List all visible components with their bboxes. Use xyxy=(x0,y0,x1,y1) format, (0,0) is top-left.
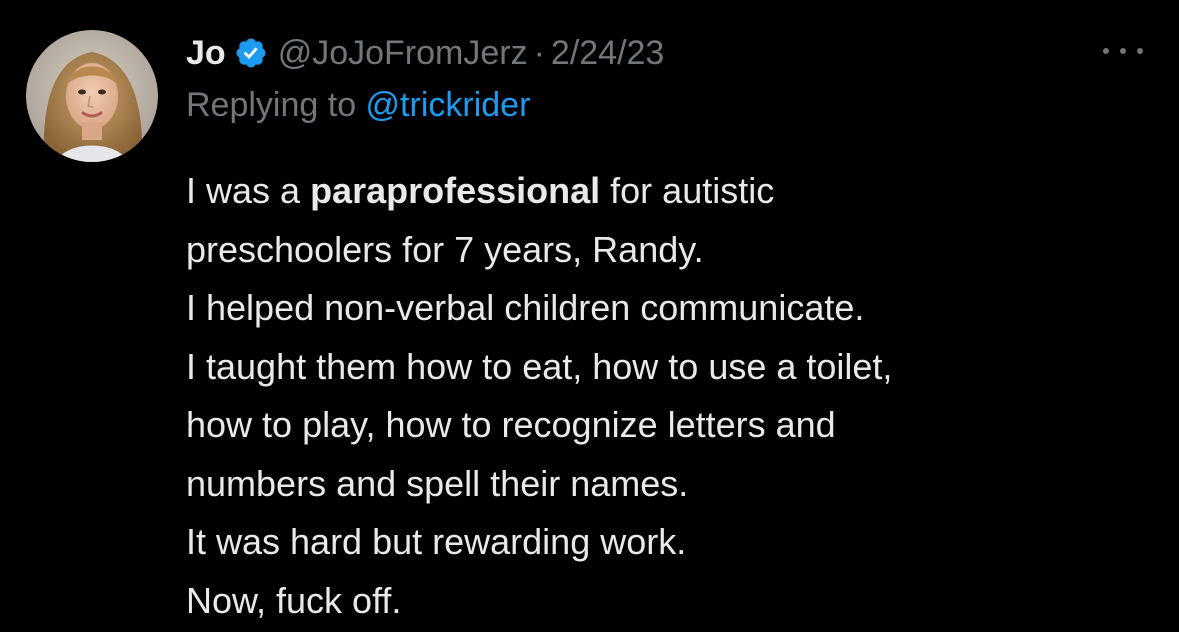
tweet-text-line: how to play, how to recognize letters an… xyxy=(186,404,836,445)
separator-dot: · xyxy=(533,33,545,72)
replying-to: Replying to @trickrider xyxy=(186,86,530,125)
tweet-header: Jo @JoJoFromJerz · 2/24/23 xyxy=(186,30,664,76)
tweet-text-line: numbers and spell their names. xyxy=(186,462,689,504)
more-dot xyxy=(1120,48,1126,54)
more-dot xyxy=(1103,48,1109,54)
author-name[interactable]: Jo xyxy=(186,34,226,73)
verified-badge-icon[interactable] xyxy=(234,36,268,70)
tweet-text-line: Now, fuck off. xyxy=(186,579,402,621)
replying-to-label: Replying to xyxy=(186,86,366,124)
tweet-date[interactable]: 2/24/23 xyxy=(551,34,664,73)
bold-text-segment: paraprofessional xyxy=(310,170,601,211)
text-segment: for autistic xyxy=(600,170,775,211)
tweet-text-line: It was hard but rewarding work. xyxy=(186,521,687,562)
text-segment: I was a xyxy=(186,170,311,211)
avatar-image xyxy=(26,30,158,162)
reply-mention-link[interactable]: @trickrider xyxy=(366,86,531,124)
tweet-text-line: I helped non-verbal children communicate… xyxy=(186,287,865,328)
tweet-text-line: I was a paraprofessional for autistic xyxy=(186,162,1146,221)
author-handle[interactable]: @JoJoFromJerz xyxy=(278,34,528,73)
more-options-icon[interactable] xyxy=(1103,40,1143,62)
tweet-text: I was a paraprofessional for autistic pr… xyxy=(186,162,1146,630)
tweet-text-line: preschoolers for 7 years, Randy. xyxy=(186,228,704,270)
more-dot xyxy=(1137,48,1143,54)
tweet: Jo @JoJoFromJerz · 2/24/23 Replying to @… xyxy=(0,0,1179,632)
avatar[interactable] xyxy=(26,30,158,162)
tweet-text-line: I taught them how to eat, how to use a t… xyxy=(186,345,893,387)
